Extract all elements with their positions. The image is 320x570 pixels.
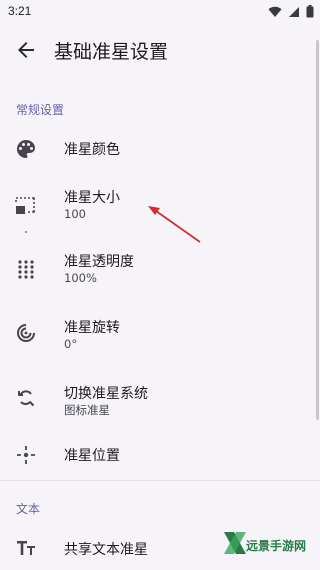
annotation-arrow [148,206,201,243]
watermark-text: 远景手游网 [246,539,307,553]
watermark-logo-icon [224,532,246,554]
